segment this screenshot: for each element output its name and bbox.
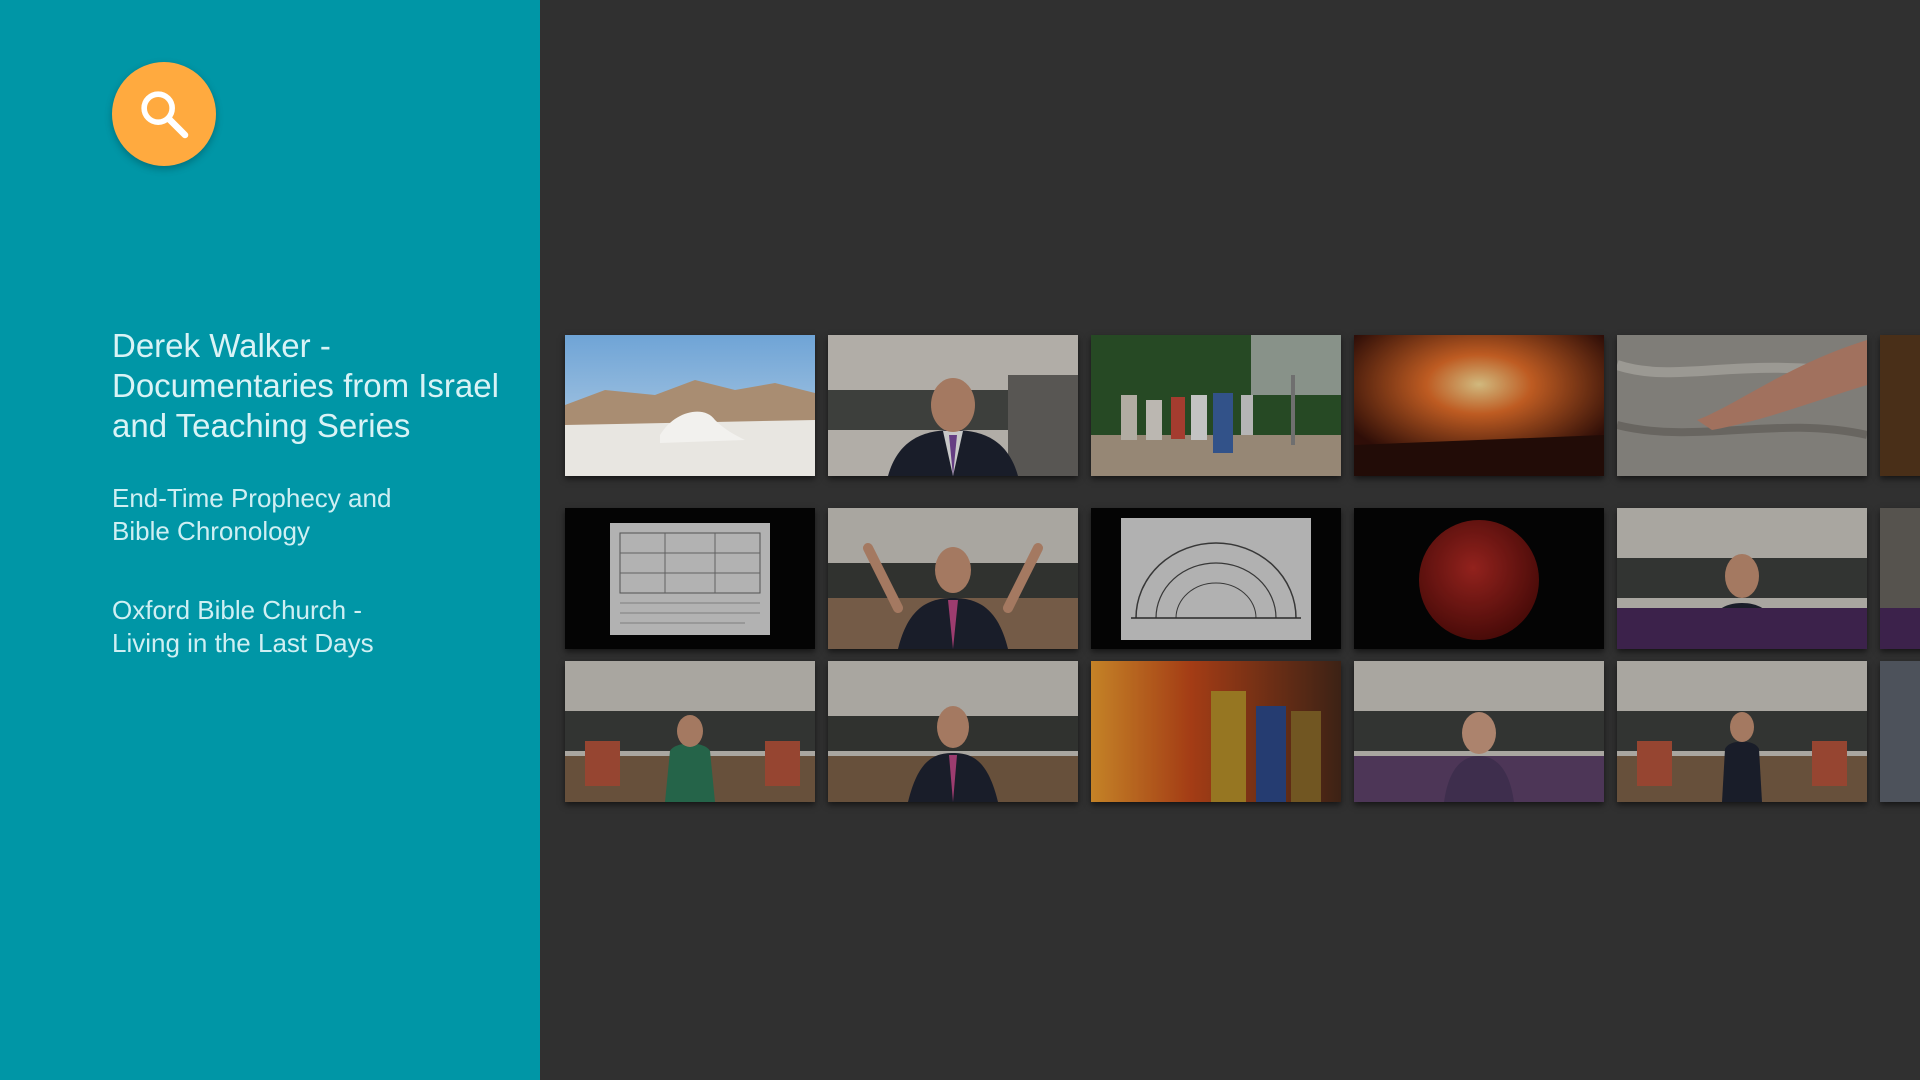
row-header-end-time-prophecy[interactable]: End-Time Prophecy and Bible Chronology	[112, 482, 532, 548]
thumbnail-woman-speaker-caption	[1354, 661, 1604, 802]
media-row-0	[565, 335, 1920, 476]
media-card[interactable]	[1354, 335, 1604, 476]
media-card[interactable]	[1880, 335, 1920, 476]
thumbnail-arc-diagram	[1091, 508, 1341, 649]
thumbnail-fire-painting-figures	[1091, 661, 1341, 802]
row-header-derek-walker[interactable]: Derek Walker - Documentaries from Israel…	[112, 326, 532, 446]
browse-screen: Derek Walker - Documentaries from Israel…	[0, 0, 1920, 1080]
thumbnail-preacher-arms-raised	[828, 508, 1078, 649]
media-card[interactable]	[565, 661, 815, 802]
thumbnail-man-speaker-wide	[1617, 661, 1867, 802]
media-card[interactable]	[1354, 661, 1604, 802]
thumbnail-hand-on-rock	[1617, 335, 1867, 476]
media-card[interactable]	[1091, 508, 1341, 649]
search-icon	[141, 91, 189, 139]
thumbnail-speaker-in-suit	[828, 335, 1078, 476]
media-card[interactable]	[1091, 335, 1341, 476]
thumbnail-blood-moon	[1354, 508, 1604, 649]
media-row-2	[565, 661, 1920, 802]
thumbnail-desert-landscape	[565, 335, 815, 476]
media-card[interactable]	[565, 335, 815, 476]
media-card[interactable]	[1880, 508, 1920, 649]
thumbnail-partial-card	[1880, 335, 1920, 476]
thumbnail-tour-group	[1091, 335, 1341, 476]
media-card[interactable]	[1880, 661, 1920, 802]
row-header-oxford-bible-church[interactable]: Oxford Bible Church - Living in the Last…	[112, 594, 532, 660]
media-card[interactable]	[828, 661, 1078, 802]
media-card[interactable]	[828, 508, 1078, 649]
media-card[interactable]	[1354, 508, 1604, 649]
media-row-1	[565, 508, 1920, 649]
media-card[interactable]	[1091, 661, 1341, 802]
thumbnail-man-speaker-room	[828, 661, 1078, 802]
thumbnail-partial-card	[1880, 508, 1920, 649]
thumbnail-woman-speaker-room	[565, 661, 815, 802]
thumbnail-fiery-painting	[1354, 335, 1604, 476]
media-card[interactable]	[828, 335, 1078, 476]
thumbnail-speaker-with-caption	[1617, 508, 1867, 649]
search-button[interactable]	[112, 62, 216, 166]
thumbnail-document-chart	[565, 508, 815, 649]
thumbnail-partial-card	[1880, 661, 1920, 802]
row-headers-list: Derek Walker - Documentaries from Israel…	[112, 326, 532, 660]
media-card[interactable]	[1617, 335, 1867, 476]
media-card[interactable]	[565, 508, 815, 649]
media-card[interactable]	[1617, 661, 1867, 802]
media-rows-container	[540, 0, 1920, 1080]
media-card[interactable]	[1617, 508, 1867, 649]
headers-sidebar: Derek Walker - Documentaries from Israel…	[0, 0, 540, 1080]
